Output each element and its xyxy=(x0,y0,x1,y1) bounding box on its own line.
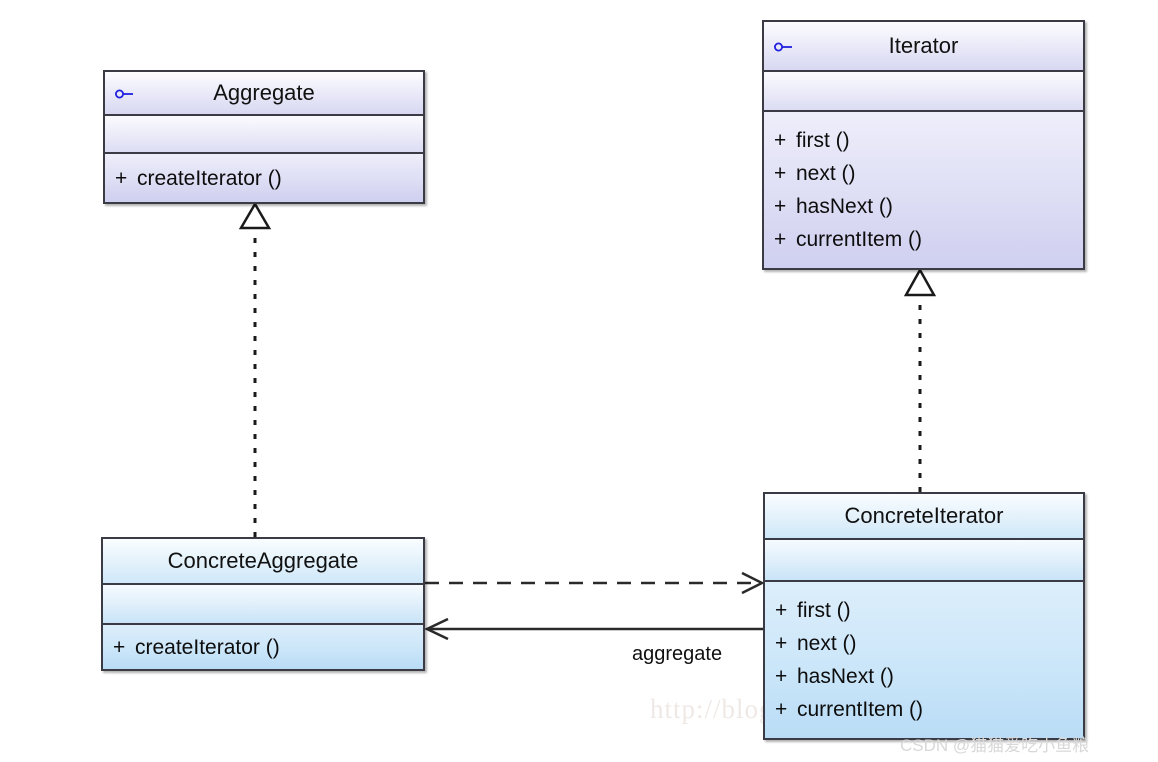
hollow-triangle-arrowhead-iterator xyxy=(903,267,937,297)
watermark-csdn-attribution: CSDN @猫猫爱吃小鱼粮 xyxy=(900,736,1090,755)
class-name-concreteaggregate: ConcreteAggregate xyxy=(167,548,359,573)
class-operations-concreteaggregate: + createIterator () xyxy=(103,623,423,669)
realization-concreteaggregate-to-aggregate xyxy=(238,201,272,537)
dependency-concreteaggregate-to-concreteiterator xyxy=(425,571,765,595)
class-box-aggregate[interactable]: Aggregate + createIterator () xyxy=(103,70,425,204)
class-operations-iterator: + first () + next () + hasNext () + currentI… xyxy=(764,110,1083,268)
visibility-marker: + xyxy=(774,129,787,152)
interface-lollipop-icon xyxy=(114,87,136,99)
visibility-marker: + xyxy=(775,665,788,688)
class-attributes-concreteaggregate xyxy=(103,583,423,623)
visibility-marker: + xyxy=(774,228,787,251)
visibility-marker: + xyxy=(113,635,126,659)
operation-signature: next () xyxy=(797,632,857,655)
class-header-concreteiterator: ConcreteIterator xyxy=(765,494,1083,538)
class-attributes-iterator xyxy=(764,70,1083,110)
class-header-aggregate: Aggregate xyxy=(105,72,423,114)
class-operations-aggregate: + createIterator () xyxy=(105,152,423,202)
visibility-marker: + xyxy=(775,698,788,721)
class-name-iterator: Iterator xyxy=(888,33,959,58)
class-attributes-aggregate xyxy=(105,114,423,152)
operation-row: + createIterator () xyxy=(103,631,423,664)
visibility-marker: + xyxy=(775,599,788,622)
association-concreteiterator-to-concreteaggregate xyxy=(424,617,763,641)
operation-row: + next () xyxy=(765,627,1083,660)
operation-row: + hasNext () xyxy=(764,190,1083,223)
operation-row: + currentItem () xyxy=(764,223,1083,256)
operation-signature: hasNext () xyxy=(797,665,894,688)
operation-row: + currentItem () xyxy=(765,693,1083,726)
operation-signature: first () xyxy=(796,129,850,152)
class-header-iterator: Iterator xyxy=(764,22,1083,70)
class-box-iterator[interactable]: Iterator + first () + next () + hasNext () … xyxy=(762,20,1085,270)
visibility-marker: + xyxy=(774,162,787,185)
visibility-marker: + xyxy=(115,166,128,190)
visibility-marker: + xyxy=(775,632,788,655)
operation-signature: currentItem () xyxy=(796,228,923,251)
operation-signature: createIterator () xyxy=(137,166,282,190)
operation-row: + first () xyxy=(765,594,1083,627)
hollow-triangle-arrowhead-aggregate xyxy=(238,201,272,230)
class-attributes-concreteiterator xyxy=(765,538,1083,580)
operation-row: + first () xyxy=(764,124,1083,157)
class-name-concreteiterator: ConcreteIterator xyxy=(844,503,1004,528)
operation-row: + createIterator () xyxy=(105,162,423,195)
class-header-concreteaggregate: ConcreteAggregate xyxy=(103,539,423,583)
operation-signature: next () xyxy=(796,162,856,185)
operation-row: + next () xyxy=(764,157,1083,190)
visibility-marker: + xyxy=(774,195,787,218)
class-box-concreteaggregate[interactable]: ConcreteAggregate + createIterator () xyxy=(101,537,425,671)
interface-lollipop-icon xyxy=(773,40,795,52)
uml-diagram-canvas: ConcreteAggregate (label: aggregate) -->… xyxy=(0,0,1158,762)
operation-row: + hasNext () xyxy=(765,660,1083,693)
association-role-label-aggregate: aggregate xyxy=(632,643,723,665)
operation-signature: currentItem () xyxy=(797,698,924,721)
operation-signature: createIterator () xyxy=(135,635,280,659)
class-box-concreteiterator[interactable]: ConcreteIterator + first () + next () + has… xyxy=(763,492,1085,740)
operation-signature: hasNext () xyxy=(796,195,893,218)
class-operations-concreteiterator: + first () + next () + hasNext () + currentI… xyxy=(765,580,1083,738)
operation-signature: first () xyxy=(797,599,851,622)
class-name-aggregate: Aggregate xyxy=(213,80,315,105)
realization-concreteiterator-to-iterator xyxy=(903,267,937,492)
